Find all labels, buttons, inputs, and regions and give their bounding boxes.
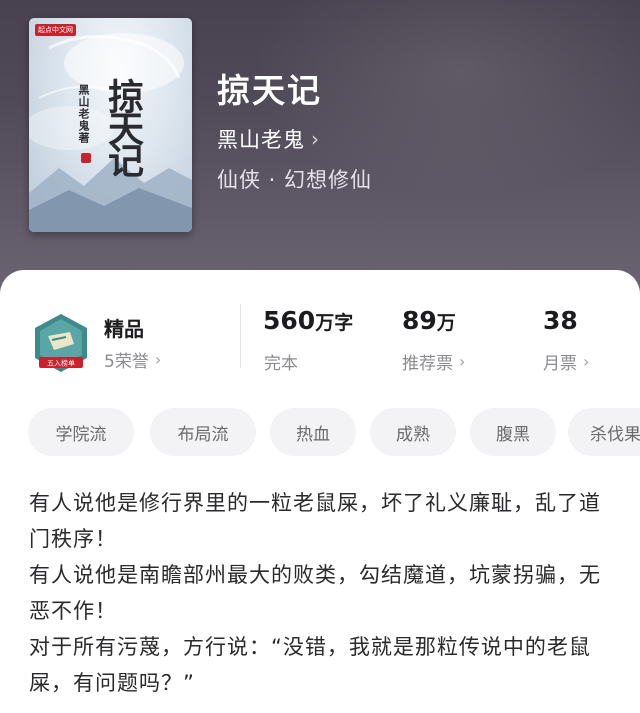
synopsis-paragraph: 有人说他是南瞻部州最大的败类，勾结魔道，坑蒙拐骗，无恶不作！ bbox=[29, 563, 601, 623]
cover-publisher-logo: 起点中文网 bbox=[35, 24, 76, 36]
status-label: 完本 bbox=[264, 349, 298, 374]
chevron-right-icon: › bbox=[459, 352, 466, 371]
recommend-ticket-label: 推荐票 bbox=[402, 354, 453, 374]
tag-chip[interactable]: 布局流 bbox=[150, 408, 256, 456]
synopsis-paragraph: 有人说他是修行界里的一粒老鼠屎，坏了礼义廉耻，乱了道门秩序！ bbox=[29, 491, 601, 551]
tag-chip[interactable]: 杀伐果 bbox=[568, 408, 640, 456]
monthly-ticket-count: 38 bbox=[543, 306, 578, 335]
tag-chip[interactable]: 成熟 bbox=[370, 408, 456, 456]
author-name: 黑山老鬼 bbox=[217, 128, 305, 152]
book-genre: 仙侠 · 幻想修仙 bbox=[217, 168, 373, 192]
chevron-right-icon: › bbox=[311, 127, 320, 151]
quality-label: 精品 bbox=[104, 317, 144, 341]
stats-divider bbox=[240, 304, 241, 368]
honors-count: 5荣誉 bbox=[104, 352, 149, 372]
chevron-right-icon: › bbox=[154, 350, 162, 369]
recommend-value: 89 bbox=[402, 306, 437, 335]
cover-seal bbox=[81, 153, 91, 163]
book-info-sheet: 五入榜单 精品 5荣誉 › 560万字 完本 89万 推荐票 › 38 月票 ›… bbox=[0, 270, 640, 713]
word-count-value: 560 bbox=[263, 306, 316, 335]
tag-list: 学院流 布局流 热血 成熟 腹黑 杀伐果 bbox=[28, 408, 640, 458]
recommend-unit: 万 bbox=[436, 312, 456, 334]
recommend-count: 89万 bbox=[402, 306, 456, 335]
status-text: 完本 bbox=[264, 354, 298, 374]
author-link[interactable]: 黑山老鬼 › bbox=[217, 124, 320, 154]
tag-chip[interactable]: 热血 bbox=[270, 408, 356, 456]
book-cover[interactable]: 起点中文网 黑山老鬼著 掠天记 bbox=[29, 18, 192, 232]
chevron-right-icon: › bbox=[583, 352, 590, 371]
badge-label: 五入榜单 bbox=[47, 359, 75, 368]
monthly-ticket-label: 月票 bbox=[543, 354, 577, 374]
synopsis-paragraph: 对于所有污蔑，方行说：“没错，我就是那粒传说中的老鼠屎，有问题吗？” bbox=[29, 635, 591, 695]
cover-author: 黑山老鬼著 bbox=[77, 84, 90, 144]
honors-link[interactable]: 5荣誉 › bbox=[104, 347, 161, 372]
tag-chip[interactable]: 学院流 bbox=[28, 408, 134, 456]
word-count-unit: 万字 bbox=[315, 312, 354, 334]
tag-chip[interactable]: 腹黑 bbox=[470, 408, 556, 456]
book-synopsis[interactable]: 有人说他是修行界里的一粒老鼠屎，坏了礼义廉耻，乱了道门秩序！ 有人说他是南瞻部州… bbox=[29, 485, 604, 701]
book-header: 起点中文网 黑山老鬼著 掠天记 掠天记 黑山老鬼 › 仙侠 · 幻想修仙 bbox=[0, 0, 640, 300]
monthly-ticket-link[interactable]: 月票 › bbox=[543, 349, 589, 374]
quality-badge-icon: 五入榜单 bbox=[35, 314, 87, 372]
cover-title: 掠天记 bbox=[102, 78, 144, 174]
recommend-ticket-link[interactable]: 推荐票 › bbox=[402, 349, 465, 374]
book-title: 掠天记 bbox=[217, 71, 322, 110]
word-count: 560万字 bbox=[263, 306, 353, 335]
